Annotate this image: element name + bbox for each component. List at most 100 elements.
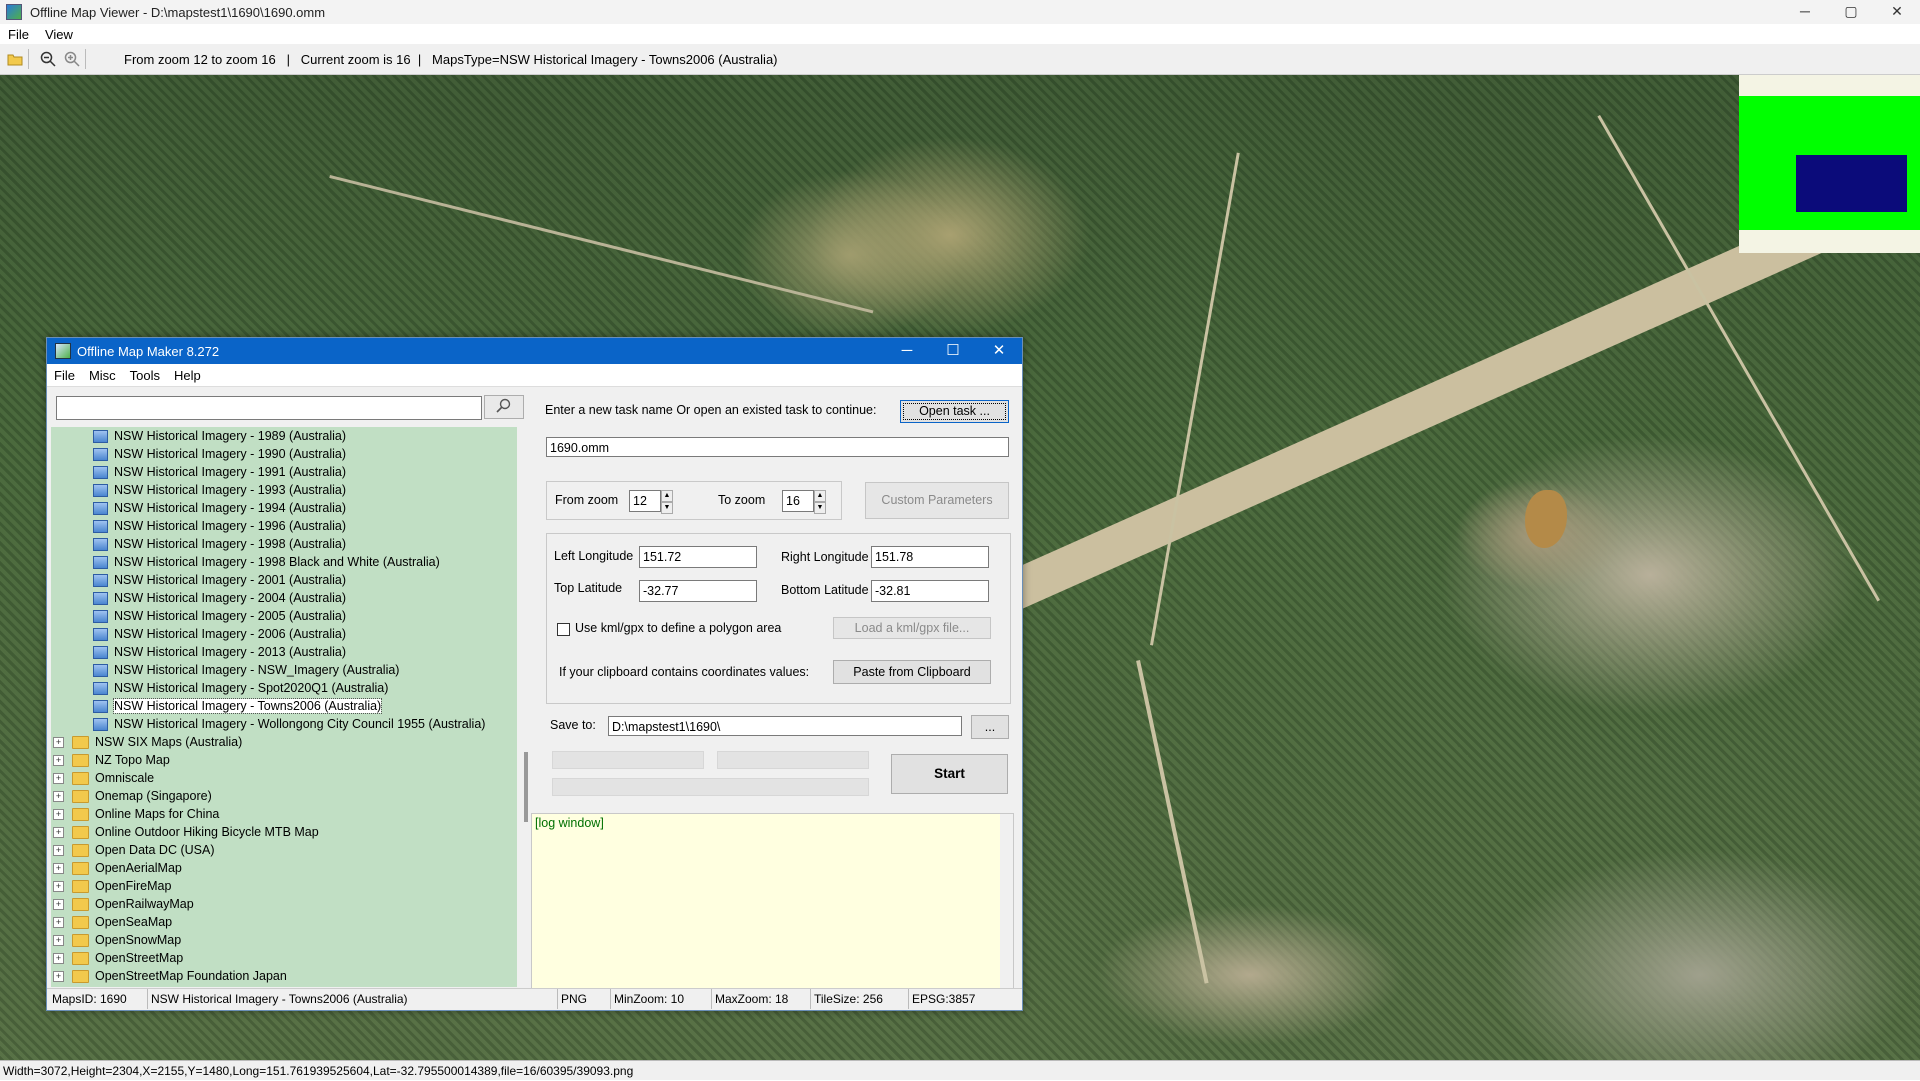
spin-down-icon[interactable]: ▼ [661,502,673,514]
menu-file[interactable]: File [0,27,37,42]
to-zoom-spinner[interactable]: ▲ ▼ [814,490,826,514]
folder-icon [72,789,89,803]
from-zoom-field[interactable]: 12 [629,490,661,512]
dialog-menu-tools[interactable]: Tools [123,368,167,383]
search-button[interactable] [484,395,524,419]
tree-item[interactable]: NSW Historical Imagery - 2013 (Australia… [51,643,517,661]
tree-item[interactable]: NSW Historical Imagery - NSW_Imagery (Au… [51,661,517,679]
tree-folder[interactable]: + NZ Topo Map [51,751,517,769]
menu-view[interactable]: View [37,27,81,42]
zoom-out-icon[interactable] [39,50,57,68]
zoom-in-icon[interactable] [63,50,81,68]
save-path-field[interactable]: D:\mapstest1\1690\ [608,716,962,736]
tree-folder[interactable]: + Omniscale [51,769,517,787]
clipboard-label: If your clipboard contains coordinates v… [559,665,810,679]
tree-item[interactable]: NSW Historical Imagery - 1998 Black and … [51,553,517,571]
tree-folder[interactable]: + NSW SIX Maps (Australia) [51,733,517,751]
overview-map[interactable] [1739,75,1920,253]
spin-up-icon[interactable]: ▲ [661,490,673,502]
paste-clipboard-button[interactable]: Paste from Clipboard [833,660,991,684]
expand-icon[interactable]: + [53,916,64,928]
to-zoom-field[interactable]: 16 [782,490,814,512]
tree-folder[interactable]: + Open Data DC (USA) [51,841,517,859]
tree-scrollbar[interactable] [523,427,531,987]
expand-icon[interactable]: + [53,808,64,820]
expand-icon[interactable]: + [53,754,64,766]
tree-item[interactable]: NSW Historical Imagery - Spot2020Q1 (Aus… [51,679,517,697]
tree-folder[interactable]: + OpenStreetMap Foundation Japan [51,967,517,985]
tree-scrollbar-thumb[interactable] [524,752,528,822]
dialog-menu-help[interactable]: Help [167,368,208,383]
load-kml-button[interactable]: Load a kml/gpx file... [833,617,991,639]
from-zoom-spinner[interactable]: ▲ ▼ [661,490,673,514]
dialog-maximize-button[interactable]: ☐ [930,338,976,364]
tree-item[interactable]: NSW Historical Imagery - 1998 (Australia… [51,535,517,553]
spin-down-icon[interactable]: ▼ [814,502,826,514]
bottom-latitude-label: Bottom Latitude [781,583,869,597]
close-button[interactable]: ✕ [1874,0,1920,24]
map-type-tree[interactable]: NSW Historical Imagery - 1989 (Australia… [51,427,517,987]
top-latitude-field[interactable]: -32.77 [639,580,757,602]
overview-viewport[interactable] [1796,155,1907,212]
tree-folder[interactable]: + OpenSeaMap [51,913,517,931]
dialog-minimize-button[interactable]: ─ [884,338,930,364]
expand-icon[interactable]: + [53,970,64,982]
start-button[interactable]: Start [891,754,1008,794]
tree-folder[interactable]: + OpenStreetMap [51,949,517,967]
tree-item[interactable]: NSW Historical Imagery - 2006 (Australia… [51,625,517,643]
map-layer-icon [93,519,108,533]
tree-item[interactable]: NSW Historical Imagery - 2001 (Australia… [51,571,517,589]
tree-item[interactable]: NSW Historical Imagery - 2005 (Australia… [51,607,517,625]
tree-item[interactable]: NSW Historical Imagery - 1996 (Australia… [51,517,517,535]
log-scrollbar[interactable] [1000,814,1013,988]
dialog-menu-misc[interactable]: Misc [82,368,123,383]
tree-folder[interactable]: + Onemap (Singapore) [51,787,517,805]
minimize-button[interactable]: ─ [1782,0,1828,24]
dialog-close-button[interactable]: ✕ [976,338,1022,364]
expand-icon[interactable]: + [53,898,64,910]
bottom-latitude-field[interactable]: -32.81 [871,580,989,602]
map-search-input[interactable] [56,396,482,420]
tree-item[interactable]: NSW Historical Imagery - 1991 (Australia… [51,463,517,481]
tree-item[interactable]: NSW Historical Imagery - Towns2006 (Aust… [51,697,517,715]
tree-folder-label: NZ Topo Map [95,753,170,767]
expand-icon[interactable]: + [53,736,64,748]
tree-item[interactable]: NSW Historical Imagery - 2004 (Australia… [51,589,517,607]
tree-item[interactable]: NSW Historical Imagery - 1990 (Australia… [51,445,517,463]
tree-folder[interactable]: + OpenRailwayMap [51,895,517,913]
open-folder-icon[interactable] [6,50,24,68]
tree-item[interactable]: NSW Historical Imagery - 1994 (Australia… [51,499,517,517]
tree-folder[interactable]: + Online Maps for China [51,805,517,823]
browse-button[interactable]: ... [971,715,1009,739]
map-layer-icon [93,627,108,641]
expand-icon[interactable]: + [53,934,64,946]
expand-icon[interactable]: + [53,790,64,802]
map-pond [1525,490,1567,548]
expand-icon[interactable]: + [53,844,64,856]
use-kml-checkbox[interactable] [557,623,570,636]
tree-item[interactable]: NSW Historical Imagery - Wollongong City… [51,715,517,733]
expand-icon[interactable]: + [53,952,64,964]
expand-icon[interactable]: + [53,826,64,838]
custom-parameters-button[interactable]: Custom Parameters [865,482,1009,519]
tree-item[interactable]: NSW Historical Imagery - 1993 (Australia… [51,481,517,499]
tree-folder[interactable]: + Online Outdoor Hiking Bicycle MTB Map [51,823,517,841]
expand-icon[interactable]: + [53,772,64,784]
expand-icon[interactable]: + [53,880,64,892]
map-layer-icon [93,663,108,677]
tree-folder[interactable]: + OpenSnowMap [51,931,517,949]
open-task-button[interactable]: Open task ... [900,400,1009,423]
right-longitude-field[interactable]: 151.78 [871,546,989,568]
expand-icon[interactable]: + [53,862,64,874]
tree-folder[interactable]: + OpenAerialMap [51,859,517,877]
log-window[interactable]: [log window] [531,813,1014,989]
tree-item[interactable]: NSW Historical Imagery - 1989 (Australia… [51,427,517,445]
maximize-button[interactable]: ▢ [1828,0,1874,24]
folder-icon [72,753,89,767]
tree-folder[interactable]: + OpenFireMap [51,877,517,895]
left-longitude-field[interactable]: 151.72 [639,546,757,568]
tree-item-label: NSW Historical Imagery - 1991 (Australia… [114,465,347,479]
dialog-menu-file[interactable]: File [47,368,82,383]
spin-up-icon[interactable]: ▲ [814,490,826,502]
task-name-field[interactable]: 1690.omm [546,437,1009,457]
